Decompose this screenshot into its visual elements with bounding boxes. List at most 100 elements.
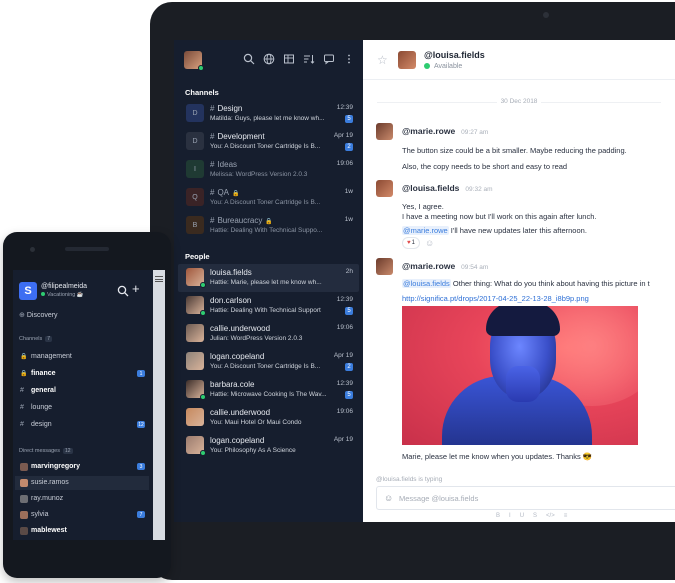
person-row[interactable]: louisa.fields Hattie: Marie, please let m… — [178, 264, 359, 292]
person-time: 2h — [345, 268, 353, 275]
mobile-dm-item[interactable]: sylvia 7 — [15, 508, 149, 522]
user-avatar[interactable] — [184, 51, 204, 71]
channel-time: 1w — [344, 216, 353, 223]
person-row[interactable]: logan.copeland You: Philosophy As A Scien… — [178, 432, 359, 460]
person-name: logan.copeland — [210, 436, 265, 445]
person-row[interactable]: logan.copeland You: A Discount Toner Cart… — [178, 348, 359, 376]
format-button[interactable]: I — [509, 513, 511, 519]
laptop-camera — [543, 12, 549, 18]
status-text: Available — [434, 63, 463, 70]
channel-row[interactable]: I # Ideas Melissa: WordPress Version 2.0.3 1… — [178, 156, 359, 184]
person-row[interactable]: don.carlson Hattie: Dealing With Technica… — [178, 292, 359, 320]
message-avatar[interactable] — [376, 123, 393, 140]
discovery-link[interactable]: ⊕ Discovery — [19, 311, 58, 319]
dm-avatar — [20, 511, 28, 519]
unread-badge: 5 — [345, 307, 353, 315]
message-author[interactable]: @marie.rowe 09:27 am — [402, 126, 488, 136]
channel-row[interactable]: D # Development You: A Discount Toner Cartr… — [178, 128, 359, 156]
contact-avatar[interactable] — [398, 51, 416, 69]
channel-name: # QA 🔒 — [210, 188, 240, 197]
mobile-channel-item[interactable]: 🔒 management — [15, 350, 149, 364]
mention-link[interactable]: @louisa.fields — [402, 279, 451, 288]
more-icon[interactable] — [343, 53, 355, 65]
search-icon[interactable] — [117, 285, 129, 297]
person-row[interactable]: barbara.cole Hattie: Microwave Cooking Is… — [178, 376, 359, 404]
hash-icon: # — [20, 387, 24, 394]
channel-label: Bureaucracy — [217, 216, 263, 225]
photo-figure-hand — [506, 366, 540, 402]
message-url-link[interactable]: http://significa.pt/drops/2017-04-25_22-… — [402, 294, 589, 303]
conversation-header: ☆ @louisa.fields Available — [363, 40, 675, 80]
mobile-channel-item[interactable]: # design 12 — [15, 418, 149, 432]
channel-label: QA — [217, 188, 230, 197]
channel-label: Design — [217, 104, 243, 113]
unread-badge: 1 — [137, 370, 145, 377]
mobile-dm-heading: Direct messages 12 — [19, 448, 73, 454]
heart-icon: ♥ — [407, 240, 411, 246]
channel-time: Apr 19 — [333, 132, 353, 139]
person-avatar — [186, 352, 204, 370]
message-author[interactable]: @louisa.fields 09:32 am — [402, 183, 493, 193]
attached-photo[interactable] — [402, 306, 638, 445]
mention-link[interactable]: @marie.rowe — [402, 226, 449, 235]
unread-badge: 12 — [137, 421, 145, 428]
channel-badge: D — [186, 104, 204, 122]
mobile-dm-item[interactable]: marvingregory 3 — [15, 460, 149, 474]
phone-device: S @filipealmeida Vacationing ☕ + ⊕ Disco… — [3, 232, 171, 578]
message-icon[interactable] — [323, 53, 335, 65]
person-preview: Hattie: Dealing With Technical Support — [210, 307, 321, 314]
person-avatar — [186, 324, 204, 342]
mobile-channel-label: finance — [31, 370, 56, 377]
person-avatar — [186, 380, 206, 400]
format-button[interactable]: S — [533, 513, 537, 519]
search-icon[interactable] — [243, 53, 255, 65]
format-button[interactable]: </> — [546, 513, 555, 519]
dm-avatar — [20, 527, 28, 535]
format-button[interactable]: U — [520, 513, 524, 519]
person-time: 19:06 — [336, 324, 353, 331]
phone-speaker — [65, 247, 109, 251]
sort-icon[interactable] — [303, 53, 315, 65]
lock-icon: 🔒 — [20, 371, 28, 377]
person-row[interactable]: callie.underwood Julian: WordPress Versio… — [178, 320, 359, 348]
unread-badge: 2 — [345, 143, 353, 151]
mobile-dm-item[interactable]: ray.munoz — [15, 492, 149, 506]
message-avatar[interactable] — [376, 258, 393, 275]
star-icon[interactable]: ☆ — [377, 53, 388, 67]
person-name: louisa.fields — [210, 268, 252, 277]
lock-icon: 🔒 — [20, 354, 28, 360]
phone-home-button[interactable] — [73, 550, 101, 558]
mobile-dm-item[interactable]: susie.ramos — [15, 476, 149, 490]
mobile-channel-item[interactable]: 🔒 finance 1 — [15, 367, 149, 381]
globe-icon[interactable] — [263, 53, 275, 65]
message-text: Marie, please let me know when you updat… — [402, 452, 593, 461]
format-button[interactable]: ≡ — [564, 513, 568, 519]
format-button[interactable]: B — [496, 513, 500, 519]
heart-reaction[interactable]: ♥ 1 — [402, 237, 420, 249]
mobile-dm-item[interactable]: mablewest — [15, 524, 149, 538]
mobile-channel-item[interactable]: # lounge — [15, 401, 149, 415]
message-time: 09:32 am — [465, 186, 493, 193]
hash-icon: # — [20, 421, 24, 428]
message-author[interactable]: @marie.rowe 09:54 am — [402, 261, 488, 271]
add-reaction-icon[interactable]: ☺ — [425, 238, 435, 248]
channel-name: # Bureaucracy 🔒 — [210, 216, 273, 225]
channel-row[interactable]: Q # QA 🔒 You: A Discount Toner Cartridge Is … — [178, 184, 359, 212]
message-avatar[interactable] — [376, 180, 393, 197]
emoji-icon[interactable]: ☺ — [384, 493, 393, 503]
channel-row[interactable]: B # Bureaucracy 🔒 Hattie: Dealing With Techn… — [178, 212, 359, 240]
channel-badge: Q — [186, 188, 204, 206]
hash-icon: # — [210, 104, 215, 113]
mobile-channel-item[interactable]: # general — [15, 384, 149, 398]
mobile-channel-label: general — [31, 387, 56, 394]
channel-row[interactable]: D # Design Matilda: Guys, please let me kno… — [178, 100, 359, 128]
person-name: callie.underwood — [210, 324, 271, 333]
mobile-username[interactable]: @filipealmeida — [41, 283, 87, 290]
table-icon[interactable] — [283, 53, 295, 65]
person-row[interactable]: callie.underwood You: Maui Hotel Or Maui … — [178, 404, 359, 432]
plus-icon[interactable]: + — [132, 281, 140, 296]
workspace-logo[interactable]: S — [19, 282, 37, 300]
message-input[interactable] — [399, 492, 669, 504]
hamburger-icon[interactable] — [155, 276, 163, 282]
person-preview: You: Maui Hotel Or Maui Condo — [210, 419, 302, 426]
